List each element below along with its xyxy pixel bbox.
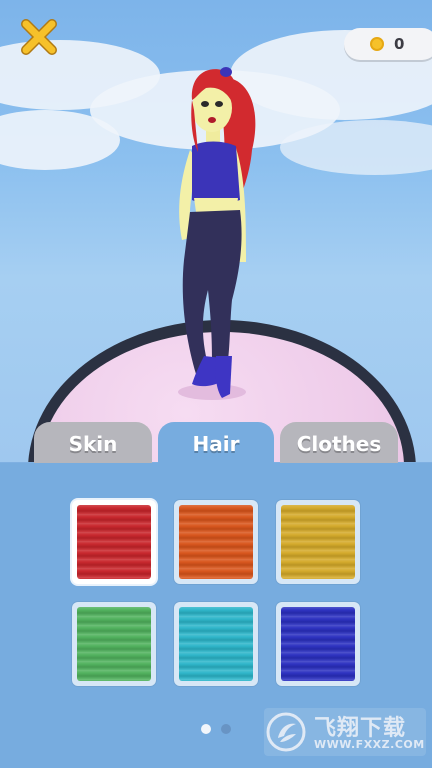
tab-skin-label: Skin	[68, 432, 118, 456]
hair-color-swatch-cyan[interactable]	[174, 602, 258, 686]
game-scene	[0, 0, 432, 462]
coin-count: 0	[394, 35, 405, 53]
close-button[interactable]	[18, 16, 60, 58]
tab-skin[interactable]: Skin	[34, 422, 152, 466]
hair-color-sample	[179, 607, 253, 681]
page-indicator-dot-2[interactable]	[221, 724, 231, 734]
page-indicator-dot-1[interactable]	[201, 724, 211, 734]
hair-color-swatch-blue[interactable]	[276, 602, 360, 686]
hair-color-sample	[179, 505, 253, 579]
watermark-url: WWW.FXXZ.COM	[314, 738, 425, 751]
watermark: 飞翔下载 WWW.FXXZ.COM	[264, 708, 426, 756]
hair-color-swatch-green[interactable]	[72, 602, 156, 686]
coin-icon	[370, 37, 384, 51]
hair-color-swatch-gold[interactable]	[276, 500, 360, 584]
tab-clothes-label: Clothes	[296, 432, 382, 456]
character-model	[178, 67, 256, 400]
close-x-icon	[21, 19, 57, 55]
hair-color-sample	[281, 607, 355, 681]
hair-color-swatch-red[interactable]	[72, 500, 156, 584]
hair-color-sample	[281, 505, 355, 579]
watermark-logo-icon	[266, 712, 306, 752]
coin-counter: 0	[344, 28, 432, 60]
tab-clothes[interactable]: Clothes	[280, 422, 398, 466]
hair-color-sample	[77, 505, 151, 579]
hair-color-sample	[77, 607, 151, 681]
tab-hair[interactable]: Hair	[158, 422, 274, 466]
hair-color-swatch-orange[interactable]	[174, 500, 258, 584]
tab-hair-label: Hair	[192, 432, 240, 456]
